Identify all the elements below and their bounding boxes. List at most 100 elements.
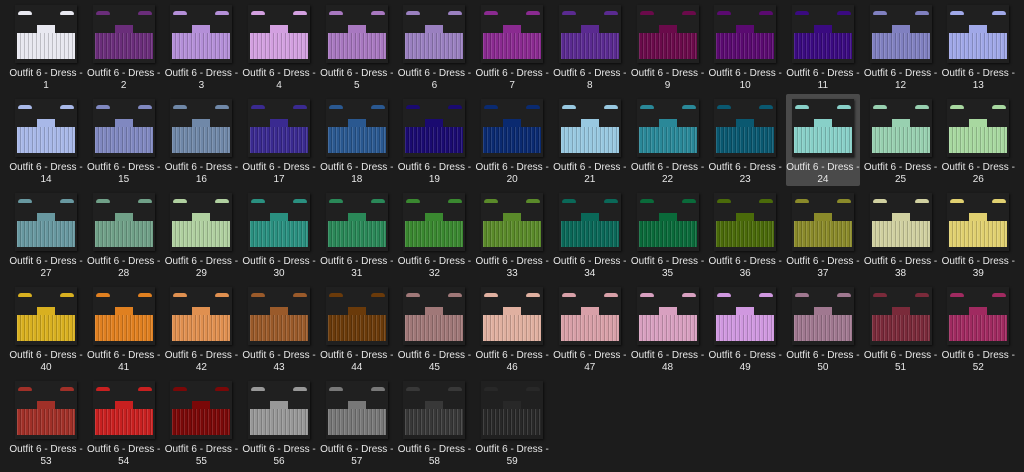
accessory-right-icon [60, 199, 74, 203]
file-item[interactable]: Outfit 6 - Dress - 31 [320, 188, 394, 280]
file-item[interactable]: Outfit 6 - Dress - 23 [708, 94, 782, 186]
file-name: Outfit 6 - Dress - 6 [397, 68, 472, 91]
file-item[interactable]: Outfit 6 - Dress - 41 [87, 282, 161, 374]
file-item[interactable]: Outfit 6 - Dress - 18 [320, 94, 394, 186]
file-item[interactable]: Outfit 6 - Dress - 12 [864, 0, 938, 92]
file-item[interactable]: Outfit 6 - Dress - 53 [9, 376, 83, 468]
file-name: Outfit 6 - Dress - 31 [320, 256, 394, 279]
file-item[interactable]: Outfit 6 - Dress - 30 [242, 188, 316, 280]
file-item[interactable]: Outfit 6 - Dress - 29 [164, 188, 238, 280]
dress-thumbnail [947, 193, 1010, 251]
accessory-left-icon [251, 387, 266, 391]
accessory-left-icon [95, 387, 110, 391]
file-item[interactable]: Outfit 6 - Dress - 13 [941, 0, 1015, 92]
dress-thumbnail [714, 5, 777, 63]
file-item[interactable]: Outfit 6 - Dress - 25 [864, 94, 938, 186]
file-item[interactable]: Outfit 6 - Dress - 21 [553, 94, 627, 186]
dress-thumbnail [481, 287, 544, 345]
file-item[interactable]: Outfit 6 - Dress - 33 [475, 188, 549, 280]
file-item[interactable]: Outfit 6 - Dress - 56 [242, 376, 316, 468]
file-item[interactable]: Outfit 6 - Dress - 27 [9, 188, 83, 280]
file-name: Outfit 6 - Dress - 15 [87, 162, 161, 185]
file-item[interactable]: Outfit 6 - Dress - 26 [941, 94, 1015, 186]
file-item[interactable]: Outfit 6 - Dress - 10 [708, 0, 782, 92]
file-item[interactable]: Outfit 6 - Dress - 19 [397, 94, 471, 186]
file-item[interactable]: Outfit 6 - Dress - 5 [320, 0, 394, 92]
file-name: Outfit 6 - Dress - 22 [630, 162, 705, 185]
accessory-right-icon [681, 199, 696, 203]
file-item[interactable]: Outfit 6 - Dress - 48 [631, 282, 705, 374]
file-item[interactable]: Outfit 6 - Dress - 58 [397, 376, 471, 468]
file-item[interactable]: Outfit 6 - Dress - 39 [941, 188, 1015, 280]
file-item[interactable]: Outfit 6 - Dress - 17 [242, 94, 316, 186]
file-item[interactable]: Outfit 6 - Dress - 9 [631, 0, 705, 92]
file-item[interactable]: Outfit 6 - Dress - 34 [553, 188, 627, 280]
file-item[interactable]: Outfit 6 - Dress - 47 [553, 282, 627, 374]
file-item[interactable]: Outfit 6 - Dress - 43 [242, 282, 316, 374]
dress-skirt [17, 33, 75, 59]
file-item[interactable]: Outfit 6 - Dress - 40 [9, 282, 83, 374]
dress-skirt [17, 409, 75, 435]
file-item[interactable]: Outfit 6 - Dress - 55 [164, 376, 238, 468]
file-item[interactable]: Outfit 6 - Dress - 32 [397, 188, 471, 280]
file-name: Outfit 6 - Dress - 51 [863, 350, 938, 373]
accessory-right-icon [992, 11, 1007, 15]
file-name: Outfit 6 - Dress - 52 [941, 350, 1015, 373]
file-item[interactable]: Outfit 6 - Dress - 15 [87, 94, 161, 186]
dress-thumbnail [92, 287, 155, 345]
file-item[interactable]: Outfit 6 - Dress - 16 [164, 94, 238, 186]
dress-skirt [17, 127, 75, 153]
dress-thumbnail [481, 193, 544, 251]
file-item[interactable]: Outfit 6 - Dress - 54 [87, 376, 161, 468]
file-item[interactable]: Outfit 6 - Dress - 22 [631, 94, 705, 186]
file-item[interactable]: Outfit 6 - Dress - 6 [397, 0, 471, 92]
file-item[interactable]: Outfit 6 - Dress - 50 [786, 282, 860, 374]
file-item[interactable]: Outfit 6 - Dress - 38 [864, 188, 938, 280]
file-item[interactable]: Outfit 6 - Dress - 44 [320, 282, 394, 374]
file-name: Outfit 6 - Dress - 4 [242, 68, 316, 91]
dress-thumbnail [325, 193, 388, 251]
file-item[interactable]: Outfit 6 - Dress - 3 [164, 0, 238, 92]
file-item[interactable]: Outfit 6 - Dress - 57 [320, 376, 394, 468]
file-item[interactable]: Outfit 6 - Dress - 8 [553, 0, 627, 92]
file-name: Outfit 6 - Dress - 36 [708, 256, 782, 279]
file-item[interactable]: Outfit 6 - Dress - 28 [87, 188, 161, 280]
dress-skirt [949, 221, 1008, 247]
file-item[interactable]: Outfit 6 - Dress - 37 [786, 188, 860, 280]
dress-skirt [17, 221, 75, 247]
file-item[interactable]: Outfit 6 - Dress - 2 [87, 0, 161, 92]
file-item[interactable]: Outfit 6 - Dress - 51 [864, 282, 938, 374]
accessory-right-icon [992, 105, 1007, 109]
dress-thumbnail [558, 5, 621, 63]
file-item[interactable]: Outfit 6 - Dress - 11 [786, 0, 860, 92]
file-item[interactable]: Outfit 6 - Dress - 59 [475, 376, 549, 468]
dress-thumbnail [636, 193, 699, 251]
file-item[interactable]: Outfit 6 - Dress - 20 [475, 94, 549, 186]
accessory-left-icon [173, 293, 188, 297]
file-item[interactable]: Outfit 6 - Dress - 7 [475, 0, 549, 92]
file-item[interactable]: Outfit 6 - Dress - 42 [164, 282, 238, 374]
file-item[interactable]: Outfit 6 - Dress - 14 [9, 94, 83, 186]
dress-thumbnail [15, 287, 77, 345]
file-name: Outfit 6 - Dress - 49 [708, 350, 782, 373]
file-item[interactable]: Outfit 6 - Dress - 46 [475, 282, 549, 374]
file-item[interactable]: Outfit 6 - Dress - 24 [785, 94, 860, 186]
file-name: Outfit 6 - Dress - 13 [941, 68, 1015, 91]
file-item[interactable]: Outfit 6 - Dress - 52 [941, 282, 1015, 374]
accessory-right-icon [603, 293, 618, 297]
file-item[interactable]: Outfit 6 - Dress - 35 [631, 188, 705, 280]
file-name: Outfit 6 - Dress - 18 [320, 162, 394, 185]
file-name: Outfit 6 - Dress - 41 [87, 350, 161, 373]
file-item[interactable]: Outfit 6 - Dress - 4 [242, 0, 316, 92]
file-item[interactable]: Outfit 6 - Dress - 49 [708, 282, 782, 374]
file-item[interactable]: Outfit 6 - Dress - 36 [708, 188, 782, 280]
dress-thumbnail [869, 287, 932, 345]
dress-skirt [793, 221, 852, 247]
dress-skirt [405, 315, 464, 341]
accessory-left-icon [639, 11, 654, 15]
accessory-right-icon [137, 387, 152, 391]
file-item[interactable]: Outfit 6 - Dress - 45 [397, 282, 471, 374]
dress-thumbnail [558, 99, 621, 157]
dress-skirt [172, 33, 231, 59]
file-item[interactable]: Outfit 6 - Dress - 1 [9, 0, 83, 92]
